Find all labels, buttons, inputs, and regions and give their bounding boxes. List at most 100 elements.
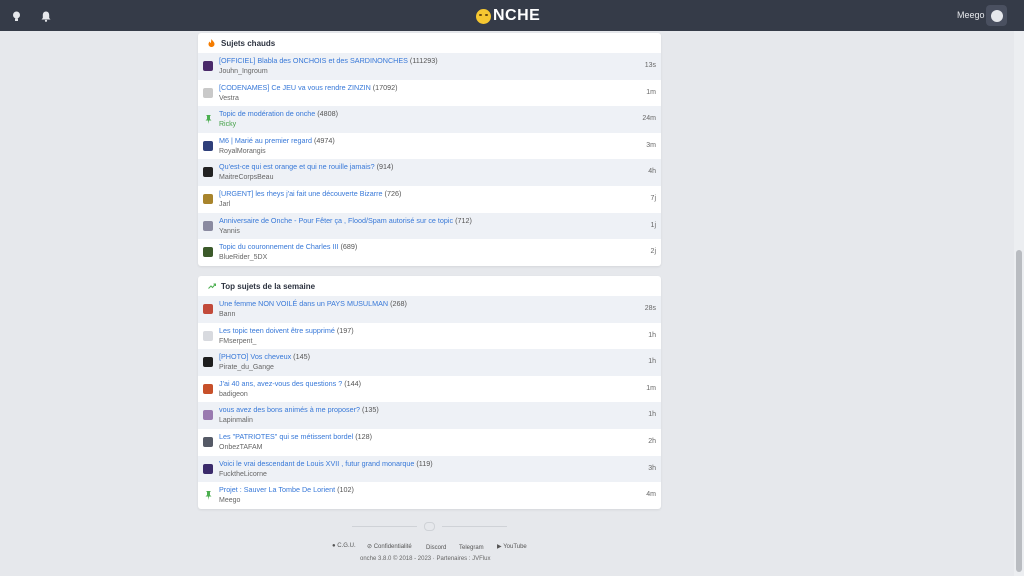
footer-link-discord[interactable]: Discord — [426, 545, 446, 551]
topic-info: [CODENAMES] Ce JEU va vous rendre ZINZIN… — [219, 83, 619, 104]
topic-row[interactable]: M6 | Marié au premier regard (4974) Royal… — [198, 133, 661, 160]
topic-author[interactable]: RoyalMorangis — [219, 147, 619, 157]
topic-row[interactable]: Voici le vrai descendant de Louis XVII ,… — [198, 455, 661, 483]
topic-info: Topic du couronnement de Charles III (68… — [219, 242, 619, 263]
topic-last-activity: 3h — [648, 464, 656, 472]
topic-info: vous avez des bons animés à me proposer?… — [219, 405, 619, 426]
topic-author[interactable]: Yannis — [219, 227, 619, 237]
user-avatar — [203, 410, 213, 421]
topic-author[interactable]: Lapinmalin — [219, 416, 619, 426]
topic-title-link[interactable]: Topic du couronnement de Charles III — [219, 242, 338, 251]
bell-icon[interactable] — [38, 8, 54, 24]
user-avatar — [203, 140, 213, 151]
topic-title-link[interactable]: [URGENT] les rheys j'ai fait une découve… — [219, 189, 383, 198]
topic-row[interactable]: Une femme NON VOILÉ dans un PAYS MUSULMA… — [198, 296, 661, 323]
topic-title-link[interactable]: Voici le vrai descendant de Louis XVII ,… — [219, 459, 414, 468]
page-scrollbar[interactable] — [1014, 31, 1024, 576]
footer-confid-label: Confidentialité — [373, 544, 412, 550]
topic-title-link[interactable]: J'ai 40 ans, avez-vous des questions ? — [219, 379, 342, 388]
user-avatar[interactable] — [986, 5, 1007, 26]
topic-info: M6 | Marié au premier regard (4974) Royal… — [219, 136, 619, 157]
topic-last-activity: 3m — [646, 141, 656, 149]
hot-topics-header: Sujets chauds — [198, 33, 661, 53]
user-name[interactable]: Meego — [957, 10, 985, 20]
topic-row[interactable]: Les topic teen doivent être supprimé (19… — [198, 323, 661, 350]
topic-title-link[interactable]: [OFFICIEL] Blabla des ONCHOIS et des SAR… — [219, 56, 408, 65]
site-logo[interactable]: NCHE — [476, 6, 540, 26]
topic-author[interactable]: Jouhn_Ingroum — [219, 67, 619, 77]
topic-title-link[interactable]: Anniversaire de Onche - Pour Fêter ça , … — [219, 216, 453, 225]
topic-info: [OFFICIEL] Blabla des ONCHOIS et des SAR… — [219, 56, 619, 77]
logo-text: NCHE — [493, 7, 541, 24]
topic-reply-count: (914) — [374, 162, 394, 172]
topic-row[interactable]: vous avez des bons animés à me proposer?… — [198, 402, 661, 429]
footer-link-telegram[interactable]: Telegram — [459, 545, 484, 551]
footer-copyright: onche 3.8.0 © 2018 - 2023 · Partenaires … — [360, 556, 491, 562]
topic-title-link[interactable]: Topic de modération de onche — [219, 109, 315, 118]
topic-author[interactable]: FMserpent_ — [219, 337, 619, 347]
topic-row[interactable]: Qu'est-ce qui est orange et qui ne rouil… — [198, 159, 661, 186]
topic-row[interactable]: Les "PATRIOTES" qui se métissent bordel … — [198, 429, 661, 456]
topic-info: Les "PATRIOTES" qui se métissent bordel … — [219, 432, 619, 453]
topic-author[interactable]: FucktheLicorne — [219, 470, 619, 480]
fire-icon — [207, 39, 216, 47]
topic-title-line: Les topic teen doivent être supprimé (19… — [219, 326, 619, 336]
topic-title-line: M6 | Marié au premier regard (4974) — [219, 136, 619, 146]
topic-title-link[interactable]: vous avez des bons animés à me proposer? — [219, 405, 360, 414]
topic-row[interactable]: [CODENAMES] Ce JEU va vous rendre ZINZIN… — [198, 80, 661, 107]
topic-row[interactable]: [OFFICIEL] Blabla des ONCHOIS et des SAR… — [198, 53, 661, 80]
topic-author[interactable]: Pirate_du_Gange — [219, 363, 619, 373]
topic-author[interactable]: badigeon — [219, 390, 619, 400]
topic-row[interactable]: Topic du couronnement de Charles III (68… — [198, 239, 661, 266]
user-avatar — [203, 463, 213, 474]
topic-reply-count: (128) — [353, 431, 373, 441]
user-avatar — [203, 167, 213, 178]
topic-title-link[interactable]: [PHOTO] Vos cheveux — [219, 352, 291, 361]
topic-info: [URGENT] les rheys j'ai fait une découve… — [219, 189, 619, 210]
topic-title-link[interactable]: [CODENAMES] Ce JEU va vous rendre ZINZIN — [219, 83, 371, 92]
topic-author[interactable]: MaitreCorpsBeau — [219, 173, 619, 183]
topic-author[interactable]: BlueRider_5DX — [219, 253, 619, 263]
topic-title-link[interactable]: Qu'est-ce qui est orange et qui ne rouil… — [219, 162, 375, 171]
footer-link-cgu[interactable]: ● C.G.U. — [332, 543, 356, 549]
topic-row[interactable]: Anniversaire de Onche - Pour Fêter ça , … — [198, 212, 661, 240]
topic-last-activity: 24m — [642, 115, 656, 123]
topic-row[interactable]: J'ai 40 ans, avez-vous des questions ? (… — [198, 376, 661, 403]
topic-reply-count: (102) — [335, 485, 354, 495]
user-avatar — [203, 304, 213, 314]
topic-reply-count: (712) — [453, 215, 472, 225]
hot-topics-title: Sujets chauds — [221, 38, 276, 48]
topic-title-link[interactable]: Une femme NON VOILÉ dans un PAYS MUSULMA… — [219, 299, 388, 308]
topic-last-activity: 1m — [646, 384, 656, 392]
footer-divider-right — [442, 526, 507, 527]
topic-title-link[interactable]: Les topic teen doivent être supprimé — [219, 326, 335, 335]
footer-link-youtube[interactable]: ▶ YouTube — [497, 543, 527, 550]
topic-last-activity: 4h — [648, 168, 656, 176]
pin-icon — [203, 114, 213, 124]
topic-author[interactable]: Jarl — [219, 200, 619, 210]
topic-row[interactable]: [URGENT] les rheys j'ai fait une découve… — [198, 186, 661, 213]
topic-author[interactable]: Ricky — [219, 120, 619, 130]
topic-title-line: Topic de modération de onche (4808) — [219, 109, 619, 119]
topic-title-line: [CODENAMES] Ce JEU va vous rendre ZINZIN… — [219, 83, 619, 93]
footer-link-confidentialite[interactable]: ⊘ Confidentialité — [367, 543, 412, 550]
scrollbar-thumb[interactable] — [1016, 250, 1022, 572]
topic-title-link[interactable]: M6 | Marié au premier regard — [219, 136, 312, 145]
topic-row[interactable]: Topic de modération de onche (4808) Ricky… — [198, 106, 661, 133]
topic-row[interactable]: [PHOTO] Vos cheveux (145) Pirate_du_Gange… — [198, 349, 661, 376]
topic-last-activity: 4m — [646, 491, 656, 499]
topic-title-line: [OFFICIEL] Blabla des ONCHOIS et des SAR… — [219, 56, 619, 66]
topic-title-line: [URGENT] les rheys j'ai fait une découve… — [219, 189, 619, 199]
topic-author[interactable]: Meego — [219, 496, 619, 506]
topic-author[interactable]: Bann — [219, 310, 619, 320]
topic-title-link[interactable]: Projet : Sauver La Tombe De Lorient — [219, 485, 335, 494]
lightbulb-icon[interactable] — [8, 8, 24, 24]
topic-info: J'ai 40 ans, avez-vous des questions ? (… — [219, 379, 619, 400]
topic-title-line: J'ai 40 ans, avez-vous des questions ? (… — [219, 379, 619, 389]
topic-row[interactable]: Projet : Sauver La Tombe De Lorient (102… — [198, 482, 661, 509]
topic-reply-count: (689) — [338, 242, 358, 252]
topic-author[interactable]: OnbezTAFAM — [219, 443, 619, 453]
topic-title-line: Voici le vrai descendant de Louis XVII ,… — [219, 459, 619, 469]
topic-author[interactable]: Vestra — [219, 94, 619, 104]
topic-title-link[interactable]: Les "PATRIOTES" qui se métissent bordel — [219, 432, 353, 441]
